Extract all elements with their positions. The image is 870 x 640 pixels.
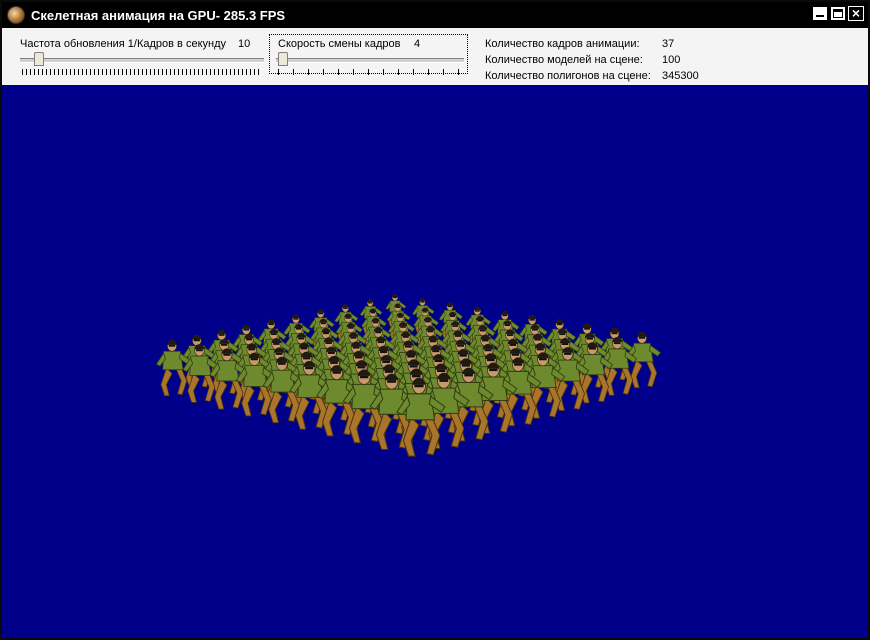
stat-value-polygons: 345300: [662, 70, 699, 82]
slider-track: [20, 58, 264, 63]
control-panel: Частота обновления 1/Кадров в секунду 10…: [2, 28, 868, 85]
app-window: Скелетная анимация на GPU- 285.3 FPS × Ч…: [0, 0, 870, 640]
slider-ticks: [22, 69, 262, 75]
stat-label-models: Количество моделей на сцене:: [485, 54, 643, 66]
slider-thumb[interactable]: [278, 52, 288, 66]
stat-value-frames: 37: [662, 38, 675, 50]
slider-thumb[interactable]: [34, 52, 44, 66]
maximize-button[interactable]: [830, 6, 846, 21]
slider-track: [276, 58, 464, 63]
stat-value-models: 100: [662, 54, 681, 66]
render-viewport[interactable]: [2, 85, 868, 638]
close-button[interactable]: ×: [848, 6, 864, 21]
stat-label-frames: Количество кадров анимации:: [485, 38, 640, 50]
update-rate-label: Частота обновления 1/Кадров в секунду: [20, 38, 226, 50]
title-bar[interactable]: Скелетная анимация на GPU- 285.3 FPS ×: [2, 2, 868, 28]
update-rate-value: 10: [238, 38, 251, 50]
frame-speed-value: 4: [414, 38, 421, 50]
slider-ticks: [278, 69, 462, 75]
frame-speed-label: Скорость смены кадров: [278, 38, 401, 50]
window-title: Скелетная анимация на GPU- 285.3 FPS: [31, 7, 286, 23]
stat-label-polygons: Количество полигонов на сцене:: [485, 70, 651, 82]
update-rate-slider[interactable]: [20, 52, 264, 76]
animated-models-scene: [155, 294, 662, 457]
app-icon[interactable]: [7, 6, 25, 24]
minimize-button[interactable]: [812, 6, 828, 21]
frame-speed-slider[interactable]: [276, 52, 464, 76]
window-controls: ×: [812, 6, 864, 21]
